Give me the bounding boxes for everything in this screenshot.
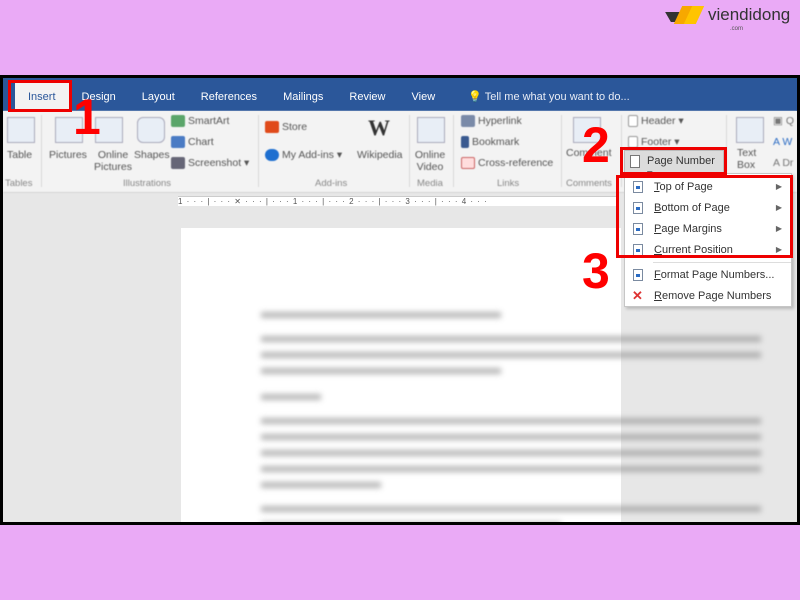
- addins-icon: [265, 149, 279, 162]
- hyperlink-icon: [461, 115, 475, 128]
- text-box-button[interactable]: Text Box: [737, 147, 767, 171]
- tab-mailings[interactable]: Mailings: [270, 83, 336, 111]
- text-box-icon: [736, 117, 764, 143]
- menu-divider: [653, 262, 791, 263]
- bookmark-button[interactable]: Bookmark: [461, 136, 519, 149]
- word-window: Insert Design Layout References Mailings…: [0, 75, 800, 525]
- hyperlink-button[interactable]: Hyperlink: [461, 115, 522, 128]
- group-links: Links: [497, 178, 520, 189]
- lightbulb-icon: 💡: [468, 91, 482, 103]
- online-video-button[interactable]: Online Video: [413, 149, 447, 173]
- group-addins: Add-ins: [315, 178, 348, 189]
- smartart-icon: [171, 115, 185, 128]
- menu-item-remove-page-numbers[interactable]: ✕ Remove Page Numbers: [625, 286, 791, 307]
- bookmark-icon: [461, 136, 469, 149]
- document-page[interactable]: [181, 228, 761, 522]
- horizontal-ruler[interactable]: 1 · · · | · · · ✕ · · · | · · · 1 · · · …: [178, 196, 618, 206]
- cross-reference-icon: [461, 157, 475, 170]
- highlight-page-number: [620, 147, 727, 175]
- logo-mark-icon: [665, 6, 705, 24]
- logo-sub: .com: [730, 26, 744, 32]
- tab-references[interactable]: References: [188, 83, 270, 111]
- header-button[interactable]: Header ▾: [628, 115, 684, 128]
- cross-reference-button[interactable]: Cross-reference: [461, 157, 553, 170]
- remove-page-numbers-icon: ✕: [632, 288, 643, 303]
- step-label-1: 1: [73, 89, 101, 145]
- store-button[interactable]: Store: [265, 121, 307, 134]
- pictures-button[interactable]: Pictures: [49, 149, 87, 161]
- group-media: Media: [417, 178, 443, 189]
- logo-text: viendidong: [708, 5, 791, 24]
- chart-button[interactable]: Chart: [171, 136, 214, 149]
- table-icon: [7, 117, 35, 143]
- quick-parts-icon[interactable]: ▣ Q: [773, 115, 794, 127]
- wikipedia-icon: W: [368, 115, 390, 140]
- step-label-2: 2: [582, 117, 610, 173]
- tell-me-search[interactable]: 💡 Tell me what you want to do...: [448, 83, 629, 111]
- shapes-icon: [137, 117, 165, 143]
- screenshot-button[interactable]: Screenshot ▾: [171, 157, 249, 170]
- tell-me-text: Tell me what you want to do...: [484, 91, 630, 103]
- my-addins-button[interactable]: My Add-ins ▾: [265, 149, 342, 162]
- drop-cap-icon[interactable]: A Dr: [773, 157, 793, 169]
- group-illustrations: Illustrations: [123, 178, 172, 189]
- shapes-button[interactable]: Shapes: [134, 149, 170, 161]
- wikipedia-button[interactable]: Wikipedia: [357, 149, 403, 161]
- tab-view[interactable]: View: [399, 83, 449, 111]
- tab-layout[interactable]: Layout: [129, 83, 188, 111]
- smartart-button[interactable]: SmartArt: [171, 115, 229, 128]
- wordart-icon[interactable]: A W: [773, 136, 792, 148]
- online-pictures-button[interactable]: Online Pictures: [93, 149, 133, 173]
- group-comments: Comments: [566, 178, 612, 189]
- step-label-3: 3: [582, 243, 610, 299]
- group-tables: Tables: [5, 178, 33, 189]
- menu-item-format-page-numbers[interactable]: Format Page Numbers...: [625, 265, 791, 286]
- format-page-numbers-icon: [633, 269, 643, 281]
- online-video-icon: [417, 117, 445, 143]
- screenshot-icon: [171, 157, 185, 170]
- ribbon-tabs: Insert Design Layout References Mailings…: [3, 78, 797, 111]
- highlight-submenu-items: [616, 175, 793, 258]
- header-icon: [628, 115, 638, 128]
- table-button[interactable]: Table: [7, 149, 32, 161]
- chart-icon: [171, 136, 185, 149]
- store-icon: [265, 121, 279, 134]
- highlight-insert-tab: [8, 80, 72, 112]
- viendidong-logo: viendidong .com: [665, 5, 791, 32]
- tab-review[interactable]: Review: [336, 83, 398, 111]
